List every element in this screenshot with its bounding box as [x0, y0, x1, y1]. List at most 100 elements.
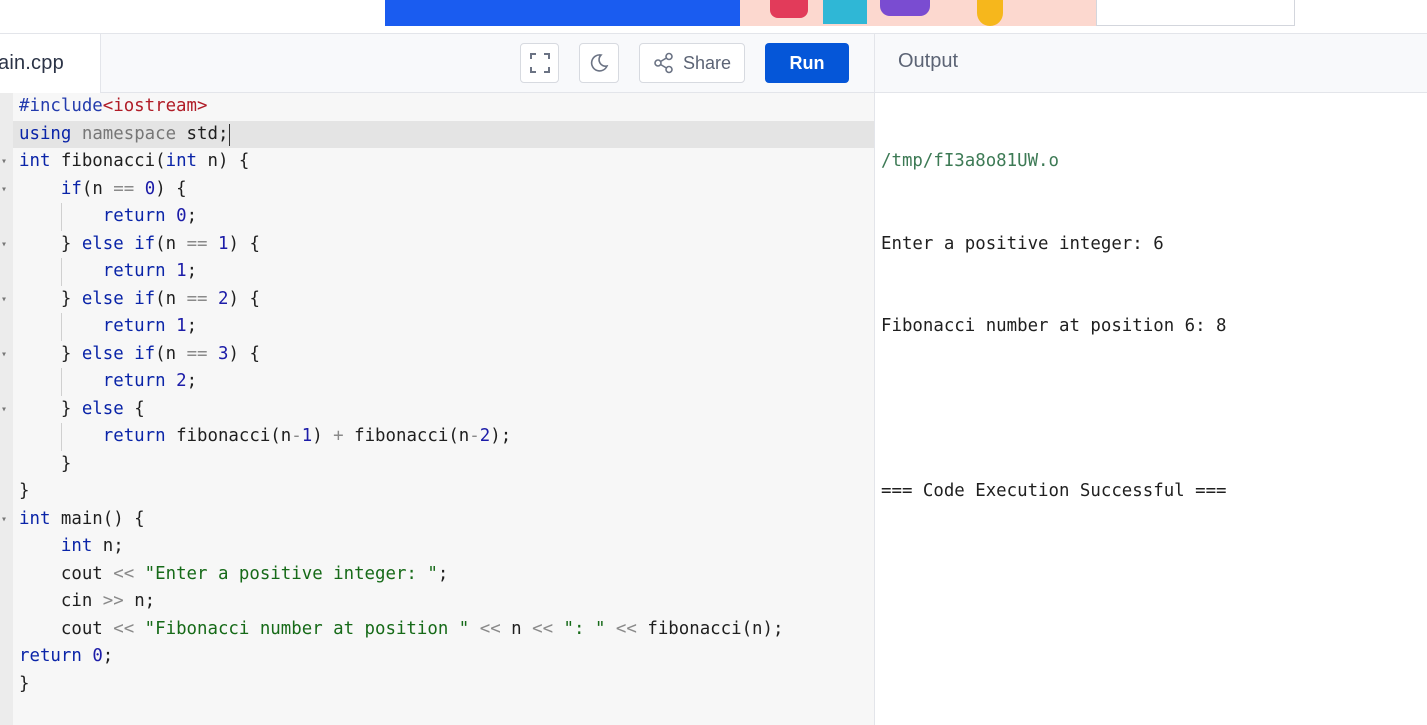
code-line[interactable]: return 0; — [19, 643, 783, 671]
fold-arrow-icon[interactable]: ▾ — [1, 506, 11, 534]
fold-arrow-icon[interactable]: ▾ — [1, 286, 11, 314]
code-token: 0 — [176, 206, 187, 226]
code-token: 2 — [176, 371, 187, 391]
code-token: (n — [81, 178, 114, 199]
code-line[interactable]: return fibonacci(n-1) + fibonacci(n-2); — [19, 423, 783, 451]
code-token: } — [19, 481, 30, 501]
code-line[interactable]: } — [19, 671, 783, 699]
code-token: << — [479, 618, 501, 639]
code-token: ; — [102, 646, 114, 666]
code-token: cout — [19, 563, 114, 584]
code-token: (n — [155, 343, 187, 364]
code-token: ); — [490, 426, 512, 446]
ad-illustration-bag — [770, 0, 808, 18]
share-button[interactable]: Share — [639, 43, 745, 83]
code-token: == — [186, 233, 208, 254]
code-line[interactable]: } — [19, 451, 783, 479]
output-path: /tmp/fI3a8o81UW.o — [881, 151, 1059, 171]
code-line[interactable]: #include<iostream> — [19, 93, 783, 121]
moon-icon — [590, 54, 609, 72]
run-button[interactable]: Run — [765, 43, 849, 83]
theme-toggle-button[interactable] — [579, 43, 619, 83]
code-token: == — [186, 343, 208, 364]
indent-guide — [60, 423, 62, 451]
code-token: cin — [19, 591, 103, 611]
code-token: int — [60, 536, 93, 556]
code-line[interactable]: ▾ } else if(n == 2) { — [1, 286, 783, 314]
code-token: return — [102, 316, 166, 336]
code-token: return — [102, 206, 166, 226]
code-token: n; — [123, 591, 156, 611]
share-button-label: Share — [682, 52, 732, 73]
fold-arrow-icon[interactable]: ▾ — [1, 341, 11, 369]
code-token: >> — [102, 591, 124, 611]
code-line[interactable]: return 1; — [19, 313, 783, 341]
code-token: } — [19, 673, 30, 694]
code-token: 1 — [218, 233, 229, 254]
code-token: namespace — [81, 123, 177, 144]
code-line[interactable]: ▾ if(n == 0) { — [1, 176, 783, 204]
code-line[interactable]: int n; — [19, 533, 783, 561]
fold-arrow-icon[interactable]: ▾ — [1, 176, 11, 204]
code-token: (n — [155, 233, 187, 254]
code-token: n — [500, 618, 533, 639]
code-content[interactable]: #include<iostream> using namespace std; ▾ i… — [1, 93, 784, 699]
code-line[interactable]: cout << "Fibonacci number at position " … — [19, 616, 784, 644]
code-line[interactable]: ▾ } else if(n == 1) { — [1, 231, 783, 259]
code-token: return — [102, 371, 166, 391]
fold-arrow-icon[interactable]: ▾ — [1, 231, 11, 259]
code-token: << — [113, 563, 135, 584]
code-token: return — [102, 426, 166, 446]
code-line[interactable]: ▾ int fibonacci(int n) { — [1, 148, 783, 176]
code-line[interactable]: } — [19, 478, 783, 506]
code-line[interactable]: return 0; — [19, 203, 783, 231]
code-line[interactable]: return 2; — [19, 368, 783, 396]
code-token: == — [186, 288, 208, 309]
code-token: << — [615, 618, 637, 639]
fullscreen-button[interactable] — [520, 43, 559, 83]
editor-header: ain.cpp Share Run — [0, 34, 874, 93]
code-token: 0 — [144, 178, 156, 199]
fold-arrow-icon[interactable]: ▾ — [1, 148, 11, 176]
code-line[interactable]: cout << "Enter a positive integer: "; — [19, 561, 783, 589]
ad-illustration-book — [823, 0, 867, 24]
ad-banner[interactable] — [385, 0, 1096, 26]
code-token: "Enter a positive integer: " — [144, 563, 438, 584]
code-token: cout — [19, 618, 114, 639]
ad-illustration-trophy — [977, 0, 1003, 26]
file-tab[interactable]: ain.cpp — [0, 34, 101, 93]
code-line[interactable]: ▾ } else { — [1, 396, 783, 424]
code-line[interactable]: cin >> n; — [19, 588, 783, 616]
code-token: (n — [155, 288, 187, 309]
fold-arrow-icon[interactable]: ▾ — [1, 396, 11, 424]
code-line[interactable]: return 1; — [19, 258, 783, 286]
code-token: else — [81, 398, 124, 419]
code-token: n; — [92, 536, 124, 556]
code-token: == — [113, 178, 135, 199]
output-panel: /tmp/fI3a8o81UW.o Enter a positive integ… — [874, 93, 1427, 725]
code-line[interactable]: using namespace std; — [19, 121, 783, 149]
code-token: << — [532, 618, 554, 639]
code-line[interactable]: ▾ } else if(n == 3) { — [1, 341, 783, 369]
code-token: 0 — [92, 646, 103, 666]
ad-illustration-stack — [880, 0, 930, 16]
code-token: ) { — [155, 178, 187, 199]
code-token: 2 — [218, 288, 229, 309]
share-icon — [654, 52, 673, 74]
code-token: 1 — [301, 426, 313, 446]
code-line[interactable]: ▾ int main() { — [1, 506, 783, 534]
output-content: /tmp/fI3a8o81UW.o Enter a positive integ… — [881, 93, 1227, 561]
output-title: Output — [898, 50, 959, 72]
code-editor[interactable]: #include<iostream> using namespace std; ▾ i… — [0, 93, 874, 725]
indent-guide — [60, 258, 62, 286]
